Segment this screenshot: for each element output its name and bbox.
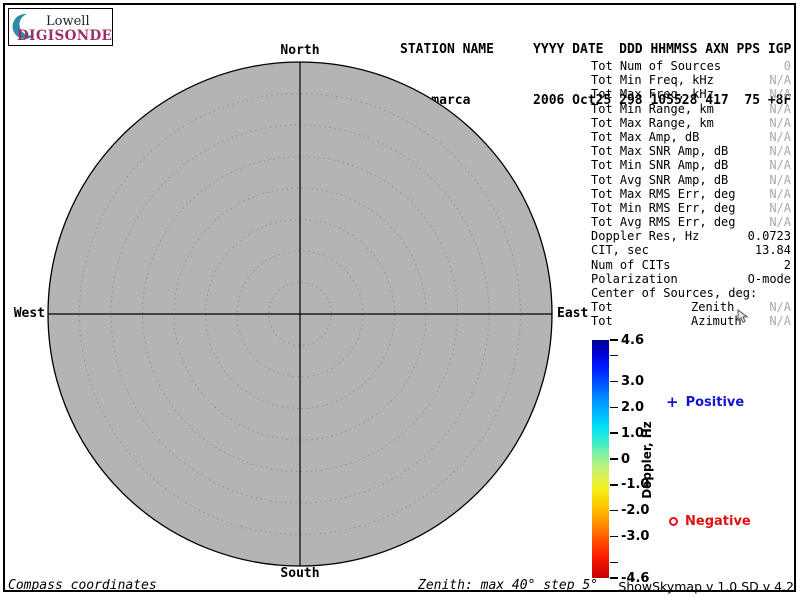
stats-label: Tot Min Freq, kHz [591, 73, 714, 87]
stats-row: Tot Max SNR Amp, dB N/A [591, 144, 791, 158]
colorbar-tick [610, 536, 618, 538]
stats-label: Tot Max Freq, kHz [591, 87, 714, 101]
mouse-cursor-icon [737, 309, 749, 325]
colorbar-gradient [592, 340, 609, 578]
stats-label: Tot [591, 300, 613, 314]
colorbar-tick [610, 577, 618, 579]
colorbar-tick [610, 339, 618, 341]
stats-label: Tot Max Range, km [591, 116, 714, 130]
stats-value: N/A [769, 130, 791, 144]
stats-row: Tot Zenith N/A [591, 300, 791, 314]
stats-row: Tot Min Freq, kHz N/A [591, 73, 791, 87]
stats-row: CIT, sec 13.84 [591, 243, 791, 257]
stats-row: Doppler Res, Hz 0.0723 [591, 229, 791, 243]
stats-label: Tot Max Amp, dB [591, 130, 699, 144]
colorbar-tick [610, 484, 618, 486]
stats-value: N/A [769, 158, 791, 172]
compass-label-east: East [557, 306, 588, 321]
colorbar-tick [610, 381, 618, 383]
colorbar-tick-label: 3.0 [621, 374, 644, 389]
stats-value: N/A [769, 201, 791, 215]
compass-label-north: North [260, 43, 340, 58]
stats-value: N/A [769, 173, 791, 187]
stats-row: Tot Min RMS Err, deg N/A [591, 201, 791, 215]
coordinates-mode-label: Compass coordinates [8, 578, 157, 593]
colorbar-tick [610, 407, 618, 409]
stats-value: N/A [769, 314, 791, 328]
stats-value: 13.84 [755, 243, 791, 257]
stats-row: Tot Avg SNR Amp, dB N/A [591, 173, 791, 187]
stats-value: N/A [769, 87, 791, 101]
stats-label: Tot Min SNR Amp, dB [591, 158, 728, 172]
stats-value: N/A [769, 300, 791, 314]
stats-value: N/A [769, 102, 791, 116]
stats-label: Tot Max RMS Err, deg [591, 187, 736, 201]
stats-label: Tot Avg RMS Err, deg [591, 215, 736, 229]
negative-legend-label: Negative [685, 514, 751, 529]
compass-label-west: West [13, 306, 45, 321]
colorbar-tick [610, 510, 618, 512]
stats-row: Num of CITs 2 [591, 258, 791, 272]
stats-row: Polarization O-mode [591, 272, 791, 286]
stats-value: 0 [784, 59, 791, 73]
stats-label: Num of CITs [591, 258, 670, 272]
stats-row: Tot Max Range, km N/A [591, 116, 791, 130]
compass-label-south: South [260, 566, 340, 581]
stats-value: 2 [784, 258, 791, 272]
stats-value: N/A [769, 73, 791, 87]
colorbar-tick [610, 458, 618, 460]
stats-label: Tot Num of Sources [591, 59, 721, 73]
stats-label: Polarization [591, 272, 678, 286]
stats-sublabel: Zenith [691, 300, 734, 314]
version-label: ShowSkymap v 1.0 SD v 4.2 [618, 579, 794, 594]
stats-label: Center of Sources, deg: [591, 286, 757, 300]
stats-row: Tot Azimuth N/A [591, 314, 791, 328]
stats-value: O-mode [748, 272, 791, 286]
circle-marker-icon [669, 517, 678, 526]
positive-legend-label: Positive [686, 395, 745, 410]
stats-row: Tot Max Amp, dB N/A [591, 130, 791, 144]
colorbar-tick [610, 355, 618, 357]
stats-row: Tot Avg RMS Err, deg N/A [591, 215, 791, 229]
colorbar-tick-label: -2.0 [621, 503, 649, 518]
stats-label: CIT, sec [591, 243, 649, 257]
stats-panel: Tot Num of Sources0Tot Min Freq, kHzN/AT… [591, 59, 791, 329]
stats-row: Tot Num of Sources 0 [591, 59, 791, 73]
colorbar-axis-label: Doppler, Hz [640, 421, 654, 499]
colorbar-tick-label: 2.0 [621, 400, 644, 415]
stats-label: Doppler Res, Hz [591, 229, 699, 243]
zenith-range-label: Zenith: max 40° step 5° [418, 578, 598, 593]
stats-value: N/A [769, 144, 791, 158]
negative-legend: Negative [669, 514, 751, 529]
stats-label: Tot [591, 314, 613, 328]
colorbar-tick-label: -3.0 [621, 529, 649, 544]
stats-label: Tot Max SNR Amp, dB [591, 144, 728, 158]
colorbar-tick [610, 562, 618, 564]
stats-row: Center of Sources, deg: [591, 286, 791, 300]
stats-sublabel: Azimuth [691, 314, 742, 328]
plus-marker-icon: + [666, 396, 679, 409]
stats-label: Tot Min Range, km [591, 102, 714, 116]
colorbar-tick-label: 0 [621, 452, 630, 467]
skymap-window: Lowell DIGISONDE STATION NAME YYYY DATE … [0, 0, 800, 600]
stats-row: Tot Min Range, km N/A [591, 102, 791, 116]
stats-row: Tot Max RMS Err, deg N/A [591, 187, 791, 201]
stats-row: Tot Min SNR Amp, dB N/A [591, 158, 791, 172]
stats-value: 0.0723 [748, 229, 791, 243]
colorbar-tick-label: 4.6 [621, 333, 644, 348]
positive-legend: + Positive [666, 395, 744, 410]
stats-value: N/A [769, 215, 791, 229]
stats-value: N/A [769, 187, 791, 201]
stats-label: Tot Avg SNR Amp, dB [591, 173, 728, 187]
stats-value: N/A [769, 116, 791, 130]
stats-row: Tot Max Freq, kHz N/A [591, 87, 791, 101]
colorbar-tick [610, 432, 618, 434]
stats-label: Tot Min RMS Err, deg [591, 201, 736, 215]
